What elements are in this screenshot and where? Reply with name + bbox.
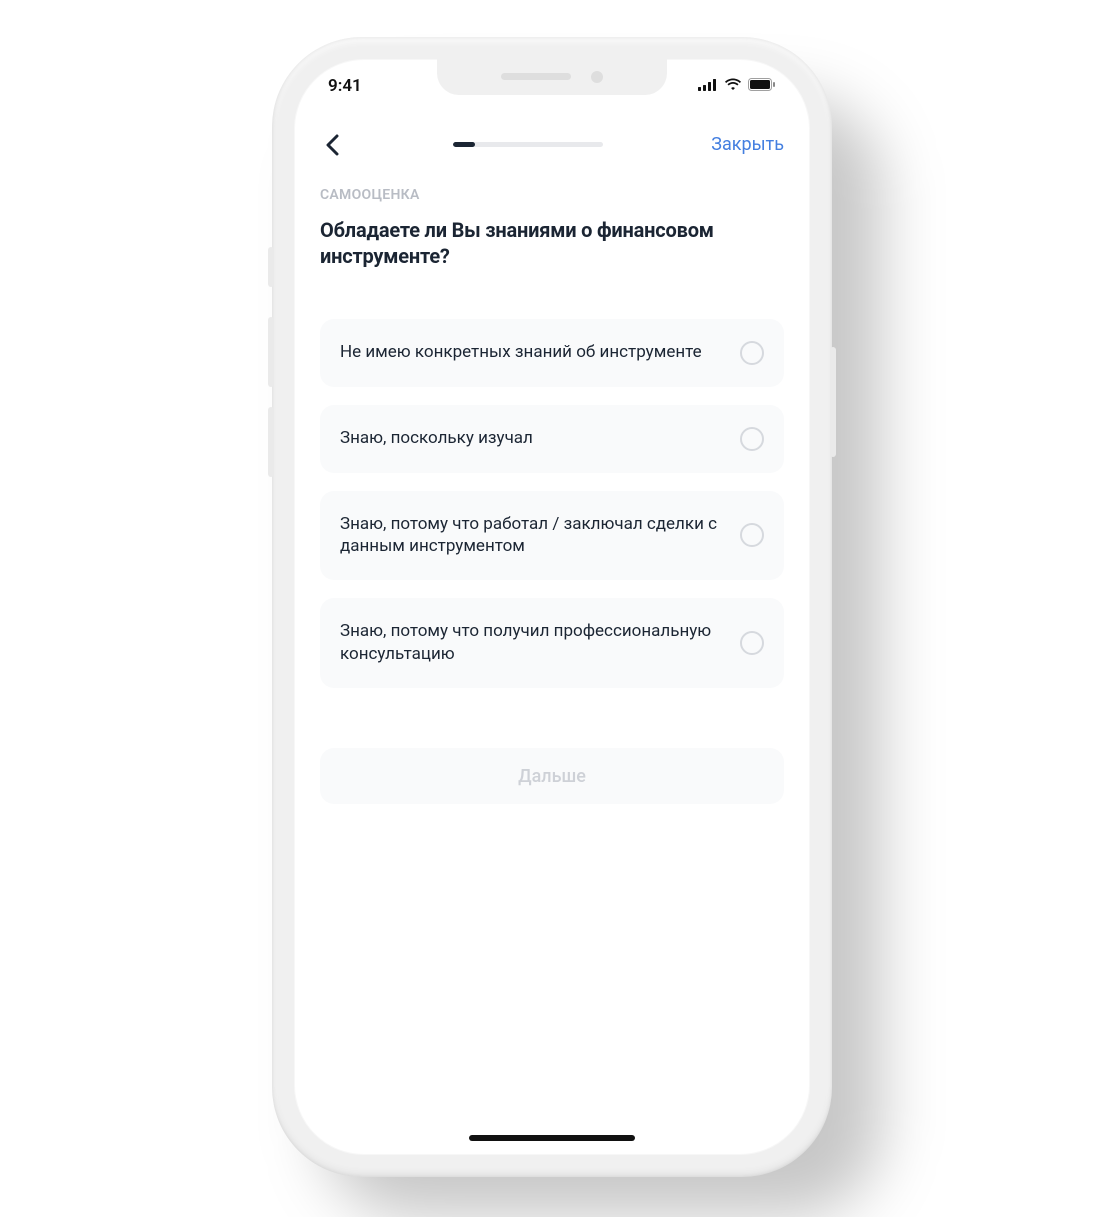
stage: 9:41	[272, 37, 832, 1177]
phone-screen: 9:41	[294, 59, 810, 1155]
progress-fill	[453, 142, 475, 147]
back-button[interactable]	[320, 133, 344, 157]
section-label: САМООЦЕНКА	[320, 187, 784, 203]
option-label: Знаю, поскольку изучал	[340, 427, 724, 450]
option-label: Знаю, потому что получил профессиональну…	[340, 620, 724, 666]
chevron-left-icon	[325, 134, 339, 156]
next-button[interactable]: Дальше	[320, 748, 784, 804]
progress-track	[453, 142, 603, 147]
question-title: Обладаете ли Вы знаниями о финансовом ин…	[320, 217, 784, 269]
option-3[interactable]: Знаю, потому что работал / заключал сдел…	[320, 491, 784, 581]
home-indicator[interactable]	[469, 1135, 635, 1141]
content: Закрыть САМООЦЕНКА Обладаете ли Вы знани…	[294, 113, 810, 1155]
radio-unchecked-icon	[740, 631, 764, 655]
options-list: Не имею конкретных знаний об инструменте…	[320, 319, 784, 689]
battery-icon	[748, 76, 776, 96]
option-label: Знаю, потому что работал / заключал сдел…	[340, 513, 724, 559]
option-2[interactable]: Знаю, поскольку изучал	[320, 405, 784, 473]
nav-bar: Закрыть	[320, 123, 784, 167]
side-button-volume-down	[268, 407, 274, 477]
option-4[interactable]: Знаю, потому что получил профессиональну…	[320, 598, 784, 688]
side-button-volume-up	[268, 317, 274, 387]
front-camera	[591, 71, 603, 83]
option-label: Не имею конкретных знаний об инструменте	[340, 341, 724, 364]
phone-frame: 9:41	[272, 37, 832, 1177]
option-1[interactable]: Не имею конкретных знаний об инструменте	[320, 319, 784, 387]
radio-unchecked-icon	[740, 341, 764, 365]
status-time: 9:41	[328, 76, 362, 96]
wifi-icon	[724, 76, 742, 96]
cellular-icon	[698, 76, 718, 96]
radio-unchecked-icon	[740, 427, 764, 451]
side-button-power	[830, 347, 836, 457]
side-button-silence	[268, 247, 274, 287]
notch	[437, 59, 667, 95]
close-button[interactable]: Закрыть	[711, 134, 784, 155]
radio-unchecked-icon	[740, 523, 764, 547]
speaker	[501, 73, 571, 80]
status-icons	[698, 76, 776, 96]
